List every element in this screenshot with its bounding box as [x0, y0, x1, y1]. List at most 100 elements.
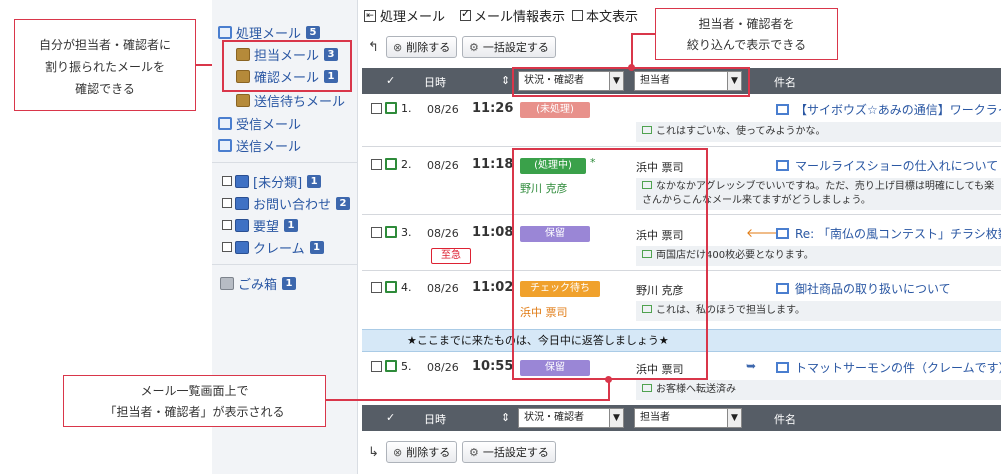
- row-time: 11:18: [472, 157, 514, 172]
- collapse-icon[interactable]: ⇤: [364, 9, 376, 22]
- inbox-icon: [218, 116, 232, 130]
- callout-dot: [605, 376, 612, 383]
- row-checkbox[interactable]: [371, 361, 382, 372]
- header-check[interactable]: ✓: [386, 411, 395, 424]
- bulk-settings-button[interactable]: ⚙ 一括設定する: [462, 36, 556, 58]
- sidebar-item-label: 送信メール: [236, 139, 302, 155]
- subject-link[interactable]: 御社商品の取り扱いについて: [776, 280, 951, 297]
- mail-icon: [776, 104, 789, 115]
- sidebar-item-inquiry[interactable]: お問い合わせ 2: [222, 193, 351, 213]
- edit-icon[interactable]: [385, 158, 397, 170]
- callout-assigned-mail: 自分が担当者・確認者に 割り振られたメールを 確認できる: [14, 19, 196, 111]
- sidebar-item-label: 送信待ちメール: [254, 94, 346, 110]
- row-date: 08/26: [427, 282, 459, 295]
- count-badge: 2: [336, 196, 351, 210]
- status-confirmer-filter[interactable]: 状況・確認者 ▼: [518, 408, 624, 428]
- sidebar-item-label: 処理メール: [236, 26, 302, 42]
- row-checkbox[interactable]: [371, 282, 382, 293]
- callout-text-2: 絞り込んで表示できる: [686, 38, 807, 52]
- row-number: 3.: [401, 226, 412, 239]
- urgent-badge: 至急: [431, 248, 471, 264]
- callout-text-1: 自分が担当者・確認者に: [38, 38, 171, 52]
- mail-icon: [776, 362, 789, 373]
- show-body-toggle[interactable]: 本文表示: [572, 6, 638, 25]
- header-subject[interactable]: 件名: [774, 74, 796, 90]
- expand-toggle[interactable]: [222, 220, 232, 230]
- callout-list-display: メール一覧画面上で 「担当者・確認者」が表示される: [63, 375, 326, 427]
- row-checkbox[interactable]: [371, 103, 382, 114]
- bulk-settings-label: 一括設定する: [482, 41, 549, 54]
- count-badge: 5: [306, 25, 321, 39]
- sidebar-item-outbox[interactable]: 送信待ちメール: [236, 90, 345, 110]
- subject-text: 御社商品の取り扱いについて: [795, 282, 951, 296]
- row-date: 08/26: [427, 361, 459, 374]
- show-info-toggle[interactable]: メール情報表示: [460, 6, 565, 25]
- expand-toggle[interactable]: [222, 242, 232, 252]
- row-number: 4.: [401, 281, 412, 294]
- subject-link[interactable]: マールライスショーの仕入れについて: [776, 157, 998, 174]
- sidebar-item-uncategorized[interactable]: [未分類] 1: [222, 171, 322, 191]
- assignee-filter[interactable]: 担当者 ▼: [634, 408, 742, 428]
- folder-icon: [235, 174, 249, 188]
- show-info-checkbox[interactable]: [460, 7, 471, 21]
- sidebar-item-label: ごみ箱: [238, 277, 278, 293]
- comment-icon: [642, 126, 652, 134]
- preview-text: これはすごいな、使ってみようかな。: [636, 122, 1001, 142]
- select-all-arrow-icon[interactable]: ↳: [368, 445, 379, 460]
- callout-dot: [628, 64, 635, 71]
- sidebar-divider: [212, 162, 358, 163]
- mail-icon: [776, 283, 789, 294]
- sidebar-item-process-mail[interactable]: 処理メール 5: [218, 22, 321, 42]
- delete-label: 削除する: [406, 446, 451, 459]
- row-number: 1.: [401, 102, 412, 115]
- expand-toggle[interactable]: [222, 176, 232, 186]
- edit-icon[interactable]: [385, 281, 397, 293]
- preview-body: お客様へ転送済み: [656, 384, 736, 395]
- sidebar-item-complaint[interactable]: クレーム 1: [222, 237, 324, 257]
- bulk-settings-button[interactable]: ⚙ 一括設定する: [462, 441, 556, 463]
- delete-label: 削除する: [406, 41, 451, 54]
- highlight-filters: [512, 67, 750, 97]
- mail-icon: [776, 228, 789, 239]
- sidebar-divider: [212, 264, 358, 265]
- sort-icon[interactable]: ⇕: [501, 74, 510, 87]
- mail-process-icon: [218, 25, 232, 39]
- callout-connector: [631, 33, 655, 35]
- callout-text-1: 担当者・確認者を: [698, 17, 795, 31]
- subject-link[interactable]: トマットサーモンの件（クレームです）: [776, 359, 1001, 376]
- edit-icon[interactable]: [385, 360, 397, 372]
- select-all-arrow-icon[interactable]: ↰: [368, 40, 379, 55]
- edit-icon[interactable]: [385, 226, 397, 238]
- row-time: 11:26: [472, 101, 514, 116]
- callout-text-1: メール一覧画面上で: [140, 384, 249, 398]
- sidebar-item-inbox[interactable]: 受信メール: [218, 113, 301, 133]
- sidebar-item-trash[interactable]: ごみ箱 1: [220, 273, 297, 293]
- header-check[interactable]: ✓: [386, 74, 395, 87]
- subject-link[interactable]: Re: 「南仏の風コンテスト」チラシ枚数: [776, 225, 1001, 242]
- expand-toggle[interactable]: [222, 198, 232, 208]
- folder-icon: [235, 196, 249, 210]
- sidebar-item-request[interactable]: 要望 1: [222, 215, 299, 235]
- delete-icon: ⊗: [393, 40, 403, 54]
- row-checkbox[interactable]: [371, 227, 382, 238]
- show-info-label: メール情報表示: [474, 10, 566, 25]
- callout-connector: [631, 33, 633, 67]
- edit-icon[interactable]: [385, 102, 397, 114]
- sort-icon[interactable]: ⇕: [501, 411, 510, 424]
- row-checkbox[interactable]: [371, 159, 382, 170]
- reply-arrow-icon: 🡐: [746, 226, 779, 240]
- folder-icon: [235, 218, 249, 232]
- delete-button[interactable]: ⊗ 削除する: [386, 36, 458, 58]
- header-date[interactable]: 日時: [424, 74, 446, 90]
- sent-icon: [218, 138, 232, 152]
- delete-button[interactable]: ⊗ 削除する: [386, 441, 458, 463]
- folder-title: ⇤ 処理メール: [364, 6, 445, 25]
- sidebar-item-sent[interactable]: 送信メール: [218, 135, 301, 155]
- subject-link[interactable]: 【サイボウズ☆あみの通信】ワークライ: [776, 101, 1001, 118]
- forward-arrow-icon: ➥: [746, 359, 757, 373]
- trash-icon: [220, 276, 234, 290]
- header-subject[interactable]: 件名: [774, 411, 796, 427]
- header-date[interactable]: 日時: [424, 411, 446, 427]
- mail-icon: [776, 160, 789, 171]
- show-body-checkbox[interactable]: [572, 10, 583, 21]
